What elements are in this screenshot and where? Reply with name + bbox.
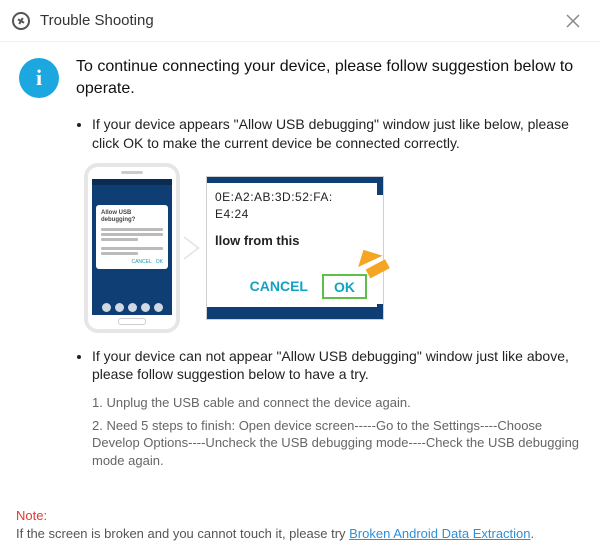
dialog-window: Trouble Shooting i To continue connectin…	[0, 0, 600, 553]
fingerprint-line-2: E4:24	[215, 206, 369, 223]
phone-dialog: Allow USB debugging? CANCELOK	[96, 205, 168, 269]
step-1: 1. Unplug the USB cable and connect the …	[92, 394, 584, 412]
allow-from-text: llow from this	[215, 233, 369, 248]
note-suffix: .	[531, 526, 535, 541]
note-text: If the screen is broken and you cannot t…	[16, 526, 349, 541]
steps-list: 1. Unplug the USB cable and connect the …	[92, 394, 584, 469]
window-title: Trouble Shooting	[40, 12, 154, 29]
refresh-icon	[12, 12, 30, 30]
dialog-cancel-button: CANCEL	[250, 278, 308, 294]
phone-mockup: Allow USB debugging? CANCELOK	[84, 163, 180, 333]
close-button[interactable]	[558, 6, 588, 36]
content-area: i To continue connecting your device, pl…	[0, 42, 600, 507]
step-2: 2. Need 5 steps to finish: Open device s…	[92, 417, 584, 470]
bullet-allow-usb: If your device appears "Allow USB debugg…	[92, 115, 584, 153]
dialog-zoom: 0E:A2:AB:3D:52:FA: E4:24 llow from this …	[206, 176, 384, 320]
fingerprint-line-1: 0E:A2:AB:3D:52:FA:	[215, 189, 369, 206]
illustration: Allow USB debugging? CANCELOK	[84, 163, 584, 333]
close-icon	[565, 13, 581, 29]
info-icon: i	[19, 58, 59, 98]
note-label: Note:	[16, 508, 47, 523]
broken-android-link[interactable]: Broken Android Data Extraction	[349, 526, 530, 541]
bullet-cannot-appear: If your device can not appear "Allow USB…	[92, 347, 584, 385]
callout-pointer	[184, 236, 200, 260]
phone-dialog-title: Allow USB debugging?	[101, 210, 163, 226]
arrow-icon	[358, 257, 402, 287]
titlebar: Trouble Shooting	[0, 0, 600, 42]
intro-text: To continue connecting your device, plea…	[76, 56, 584, 101]
note-area: Note: If the screen is broken and you ca…	[0, 507, 600, 553]
